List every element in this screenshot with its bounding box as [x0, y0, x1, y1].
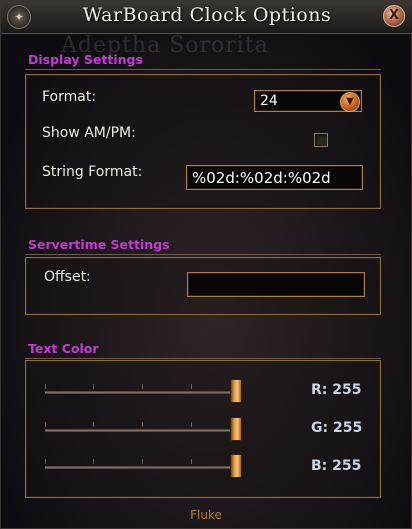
section-divider [25, 254, 381, 255]
close-icon: X [388, 8, 400, 23]
slider-tick [45, 384, 46, 389]
slider-tick [45, 422, 46, 427]
slider-tick [191, 384, 192, 389]
slider-tick [142, 459, 143, 464]
footer-text: Fluke [190, 508, 222, 522]
slider-tick [93, 384, 94, 389]
red-slider-thumb[interactable] [230, 379, 242, 403]
blue-slider-thumb[interactable] [230, 454, 242, 478]
slider-tick [45, 459, 46, 464]
slider-tick [93, 422, 94, 427]
green-slider-thumb[interactable] [230, 417, 242, 441]
offset-label: Offset: [44, 269, 91, 285]
slider-tick [191, 422, 192, 427]
show-ampm-label: Show AM/PM: [42, 125, 136, 141]
slider-tick [142, 384, 143, 389]
slider-tick [191, 459, 192, 464]
section-divider [25, 69, 381, 70]
slider-tick [93, 459, 94, 464]
close-button[interactable]: X [383, 5, 405, 27]
clock-options-window: ✦ WarBoard Clock Options X Adeptha Soror… [0, 0, 412, 529]
title-bar[interactable]: ✦ WarBoard Clock Options X [1, 1, 412, 34]
slider-tick [142, 422, 143, 427]
format-dropdown[interactable]: 24 ▼ [254, 90, 362, 112]
format-label: Format: [42, 89, 97, 105]
blue-slider-track[interactable] [45, 459, 240, 469]
servertime-settings-heading: Servertime Settings [28, 237, 170, 252]
text-color-heading: Text Color [28, 341, 99, 356]
offset-input[interactable] [187, 272, 365, 297]
string-format-label: String Format: [42, 164, 143, 180]
section-divider [25, 358, 381, 359]
green-slider-track[interactable] [45, 422, 240, 432]
red-slider-track[interactable] [45, 384, 240, 394]
chevron-down-icon[interactable]: ▼ [340, 92, 360, 112]
window-title: WarBoard Clock Options [82, 4, 332, 26]
string-format-input[interactable]: %02d:%02d:%02d [186, 165, 363, 190]
red-value-label: R: 255 [311, 382, 362, 398]
display-settings-heading: Display Settings [28, 52, 143, 67]
format-value: 24 [260, 93, 278, 109]
blue-value-label: B: 255 [311, 458, 362, 474]
show-ampm-checkbox[interactable] [314, 133, 328, 147]
green-value-label: G: 255 [311, 420, 363, 436]
